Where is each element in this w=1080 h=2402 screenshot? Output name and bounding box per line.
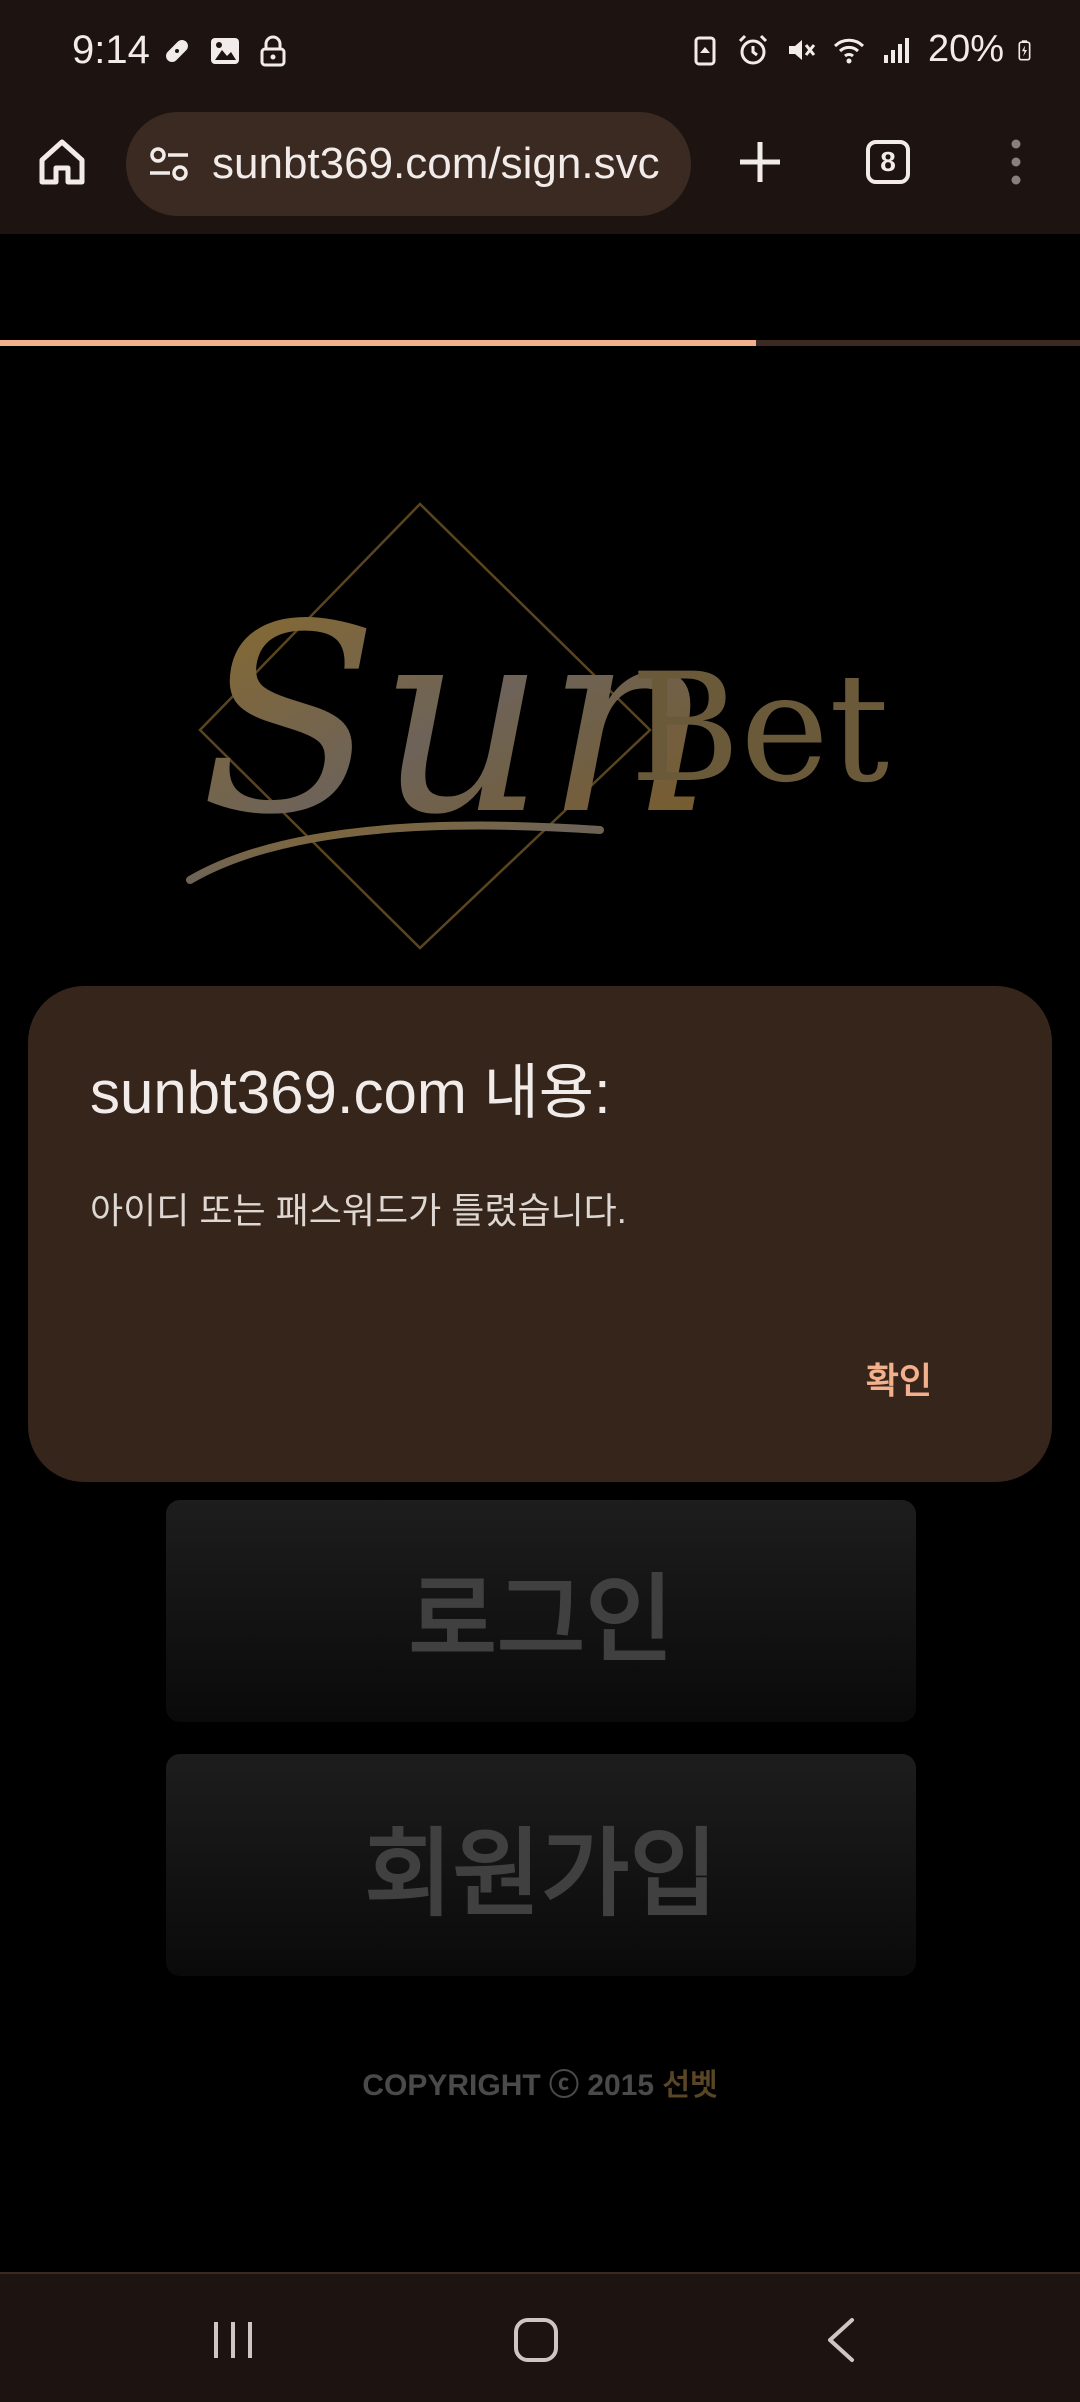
status-right: 20% — [688, 28, 1040, 71]
sunbet-logo: Sun Bet — [186, 502, 889, 950]
alarm-icon — [738, 34, 767, 64]
wifi-icon — [833, 38, 864, 63]
page-load-progress — [0, 340, 1080, 346]
copyright: COPYRIGHT ⓒ 2015 선벳 — [0, 2060, 1080, 2104]
login-button[interactable]: 로그인 — [166, 1500, 916, 1722]
mute-icon — [788, 39, 816, 60]
bandage-icon — [166, 40, 188, 62]
tab-count: 8 — [880, 146, 896, 177]
dialog-ok-button[interactable]: 확인 — [866, 1352, 932, 1404]
home-icon[interactable] — [32, 132, 92, 192]
back-icon[interactable] — [820, 2316, 860, 2364]
copyright-brand: 선벳 — [662, 2069, 718, 2102]
navigation-bar — [0, 2272, 1080, 2402]
dialog-title: sunbt369.com 내용: — [90, 1059, 611, 1126]
url-bar[interactable]: sunbt369.com/sign.svc — [126, 112, 691, 216]
dialog-message: 아이디 또는 패스워드가 틀렸습니다. — [90, 1190, 627, 1231]
status-left-icons — [160, 34, 290, 68]
recent-apps-icon[interactable] — [208, 2318, 258, 2362]
copyright-text: COPYRIGHT ⓒ 2015 — [362, 2069, 663, 2102]
status-time: 9:14 — [72, 28, 150, 72]
logo-serif-text: Bet — [630, 642, 889, 816]
battery-saver-icon — [694, 36, 716, 65]
lock-icon — [260, 35, 286, 67]
browser-toolbar: sunbt369.com/sign.svc 8 — [0, 108, 1080, 346]
url-text: sunbt369.com/sign.svc — [212, 139, 660, 188]
alert-dialog: sunbt369.com 내용: 아이디 또는 패스워드가 틀렸습니다. 확인 — [28, 986, 1052, 1482]
site-settings-icon[interactable] — [146, 141, 192, 187]
home-nav-icon[interactable] — [512, 2316, 560, 2364]
more-menu-icon[interactable] — [1004, 132, 1028, 192]
tab-switcher-button[interactable]: 8 — [866, 140, 910, 184]
signal-icon — [883, 37, 909, 63]
status-bar: 9:14 20% — [0, 0, 1080, 108]
new-tab-icon[interactable] — [730, 132, 790, 192]
battery-percent: 20% — [927, 28, 1004, 70]
signup-button[interactable]: 회원가입 — [166, 1754, 916, 1976]
page-load-progress-fill — [0, 340, 756, 346]
battery-icon — [1018, 39, 1031, 61]
image-icon — [211, 38, 239, 64]
